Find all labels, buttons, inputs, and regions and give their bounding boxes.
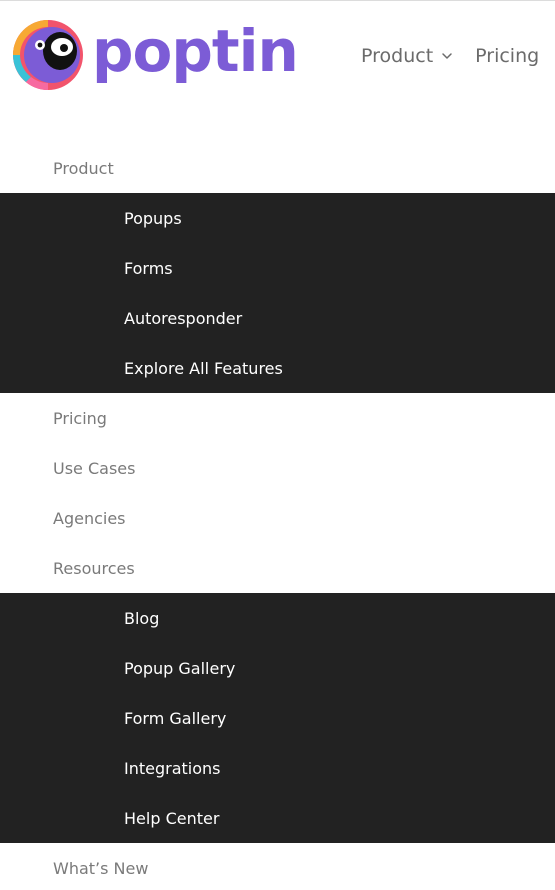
submenu-item-forms[interactable]: Forms [0, 243, 555, 293]
menu-item-agencies-label: Agencies [53, 508, 126, 528]
submenu-item-popups[interactable]: Popups [0, 193, 555, 243]
menu-item-resources[interactable]: Resources [0, 543, 555, 593]
submenu-item-label: Integrations [124, 758, 221, 778]
page: poptin Product Pricing Product Popups Fo… [0, 0, 555, 890]
menu-item-product[interactable]: Product [0, 143, 555, 193]
submenu-item-label: Explore All Features [124, 358, 283, 378]
site-header: poptin Product Pricing [0, 1, 555, 111]
menu-item-product-label: Product [53, 158, 114, 178]
menu-item-agencies[interactable]: Agencies [0, 493, 555, 543]
submenu-item-label: Autoresponder [124, 308, 243, 328]
logo-link[interactable]: poptin [10, 15, 299, 95]
menu-item-use-cases-label: Use Cases [53, 458, 136, 478]
brand-wordmark: poptin [92, 17, 299, 85]
submenu-product: Popups Forms Autoresponder Explore All F… [0, 193, 555, 393]
menu-item-use-cases[interactable]: Use Cases [0, 443, 555, 493]
submenu-item-explore-all-features[interactable]: Explore All Features [0, 343, 555, 393]
menu-item-pricing[interactable]: Pricing [0, 393, 555, 443]
topnav-product-label: Product [361, 45, 434, 67]
submenu-item-label: Help Center [124, 808, 220, 828]
submenu-item-autoresponder[interactable]: Autoresponder [0, 293, 555, 343]
topnav-pricing[interactable]: Pricing [475, 45, 539, 67]
submenu-item-integrations[interactable]: Integrations [0, 743, 555, 793]
top-navigation: Product Pricing [361, 45, 539, 67]
submenu-item-blog[interactable]: Blog [0, 593, 555, 643]
poptin-parrot-logo-icon [13, 20, 83, 90]
submenu-item-label: Forms [124, 258, 173, 278]
topnav-product[interactable]: Product [361, 45, 453, 67]
mobile-menu: Product Popups Forms Autoresponder Explo… [0, 143, 555, 890]
submenu-item-form-gallery[interactable]: Form Gallery [0, 693, 555, 743]
submenu-item-label: Form Gallery [124, 708, 227, 728]
submenu-item-label: Popups [124, 208, 182, 228]
chevron-down-icon [442, 53, 452, 59]
submenu-item-label: Blog [124, 608, 160, 628]
menu-item-pricing-label: Pricing [53, 408, 107, 428]
submenu-item-popup-gallery[interactable]: Popup Gallery [0, 643, 555, 693]
submenu-item-label: Popup Gallery [124, 658, 236, 678]
submenu-item-help-center[interactable]: Help Center [0, 793, 555, 843]
menu-item-whats-new-label: What’s New [53, 858, 149, 878]
topnav-pricing-label: Pricing [475, 45, 540, 67]
menu-item-resources-label: Resources [53, 558, 135, 578]
submenu-resources: Blog Popup Gallery Form Gallery Integrat… [0, 593, 555, 843]
menu-item-whats-new[interactable]: What’s New [0, 843, 555, 890]
